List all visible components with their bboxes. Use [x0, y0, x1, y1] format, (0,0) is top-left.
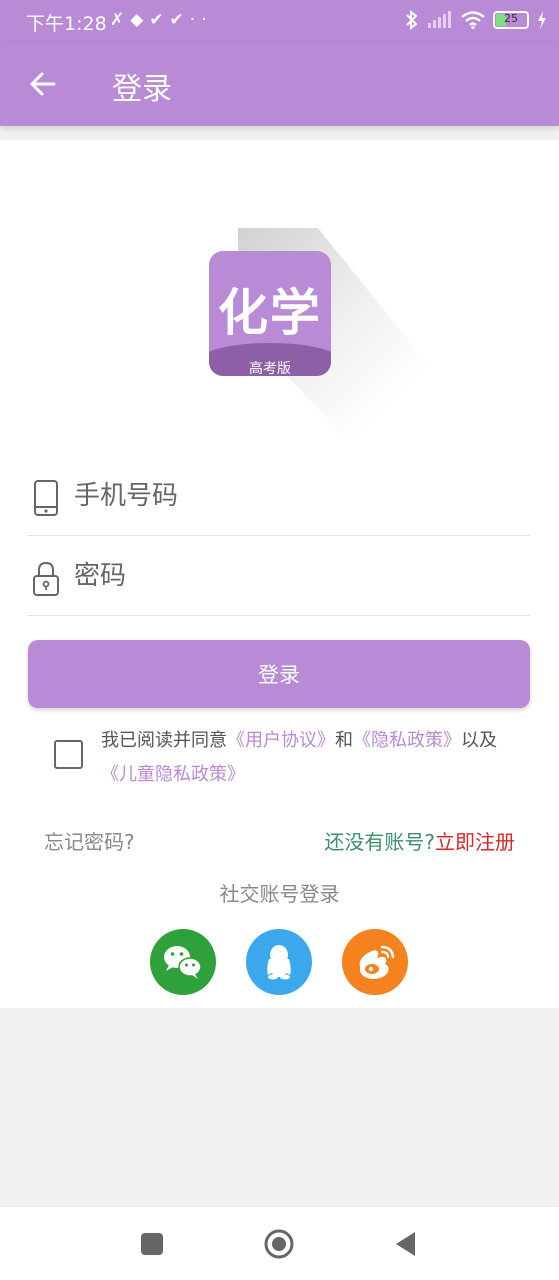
status-time: 下午1:28 — [26, 13, 107, 35]
agreement-also: 以及 — [461, 730, 497, 751]
qq-penguin-icon — [267, 945, 291, 980]
wifi-icon — [461, 11, 485, 29]
password-input[interactable] — [74, 554, 514, 598]
arrow-left-icon — [30, 72, 56, 96]
signal-icon — [428, 11, 451, 28]
wechat-login-button[interactable] — [150, 929, 216, 995]
app-logo: 化学 高考版 — [209, 251, 331, 376]
register-link[interactable]: 还没有账号?立即注册 — [324, 826, 515, 855]
notification-icons: ✗◆✔✔·· — [110, 10, 213, 30]
app-bar: 登录 — [0, 42, 559, 126]
back-nav-button[interactable] — [391, 1229, 421, 1259]
agreement-checkbox[interactable] — [54, 740, 83, 769]
system-navigation-bar — [0, 1207, 559, 1280]
weibo-login-button[interactable] — [342, 929, 408, 995]
phone-field — [28, 458, 530, 536]
forgot-password-link[interactable]: 忘记密码? — [44, 826, 135, 855]
battery-icon: 25 — [493, 11, 529, 29]
password-field — [28, 538, 530, 616]
recent-apps-button[interactable] — [137, 1229, 167, 1259]
lock-icon — [33, 561, 59, 596]
agreement-text: 我已阅读并同意《用户协议》和《隐私政策》以及《儿童隐私政策》 — [101, 724, 521, 792]
agreement-and: 和 — [335, 730, 353, 751]
home-button[interactable] — [264, 1229, 294, 1259]
phone-icon — [34, 480, 58, 516]
user-agreement-link[interactable]: 《用户协议》 — [227, 730, 335, 751]
login-button[interactable]: 登录 — [28, 640, 530, 708]
back-button[interactable] — [22, 62, 66, 106]
qq-login-button[interactable] — [246, 929, 312, 995]
wechat-icon — [164, 946, 202, 979]
social-login-title: 社交账号登录 — [219, 882, 340, 906]
agreement-prefix: 我已阅读并同意 — [101, 730, 227, 751]
logo-sub-text: 高考版 — [249, 361, 291, 376]
privacy-policy-link[interactable]: 《隐私政策》 — [353, 730, 461, 751]
status-bar: 下午1:28 ✗◆✔✔·· 25 — [0, 0, 559, 42]
phone-input[interactable] — [74, 474, 514, 518]
page-title: 登录 — [112, 72, 172, 107]
child-privacy-policy-link[interactable]: 《儿童隐私政策》 — [101, 764, 245, 785]
battery-level: 25 — [504, 12, 518, 25]
weibo-icon — [359, 945, 395, 979]
bluetooth-icon — [406, 10, 418, 30]
register-now-text[interactable]: 立即注册 — [435, 830, 515, 854]
no-account-text: 还没有账号? — [324, 830, 435, 854]
charging-icon — [538, 11, 546, 29]
system-icons: 25 — [405, 10, 547, 30]
logo-main-text: 化学 — [218, 284, 322, 342]
